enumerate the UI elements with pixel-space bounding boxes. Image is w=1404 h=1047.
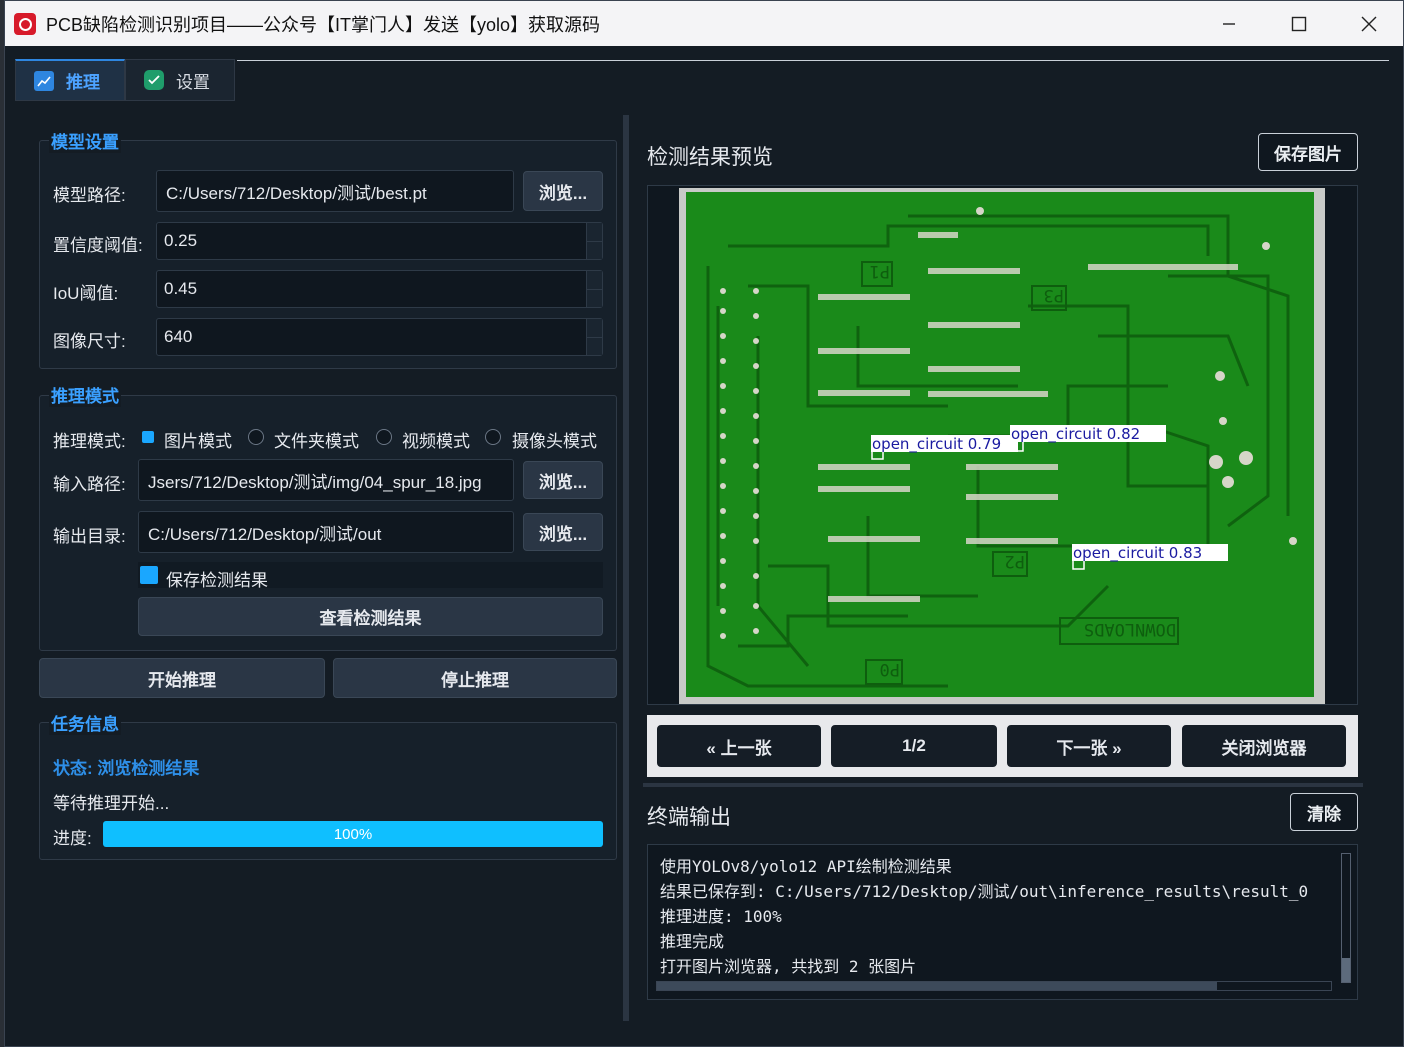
close-icon <box>1361 16 1377 32</box>
title-bar: PCB缺陷检测识别项目——公众号【IT掌门人】发送【yolo】获取源码 <box>5 1 1403 46</box>
close-browser-button[interactable]: 关闭浏览器 <box>1182 725 1346 767</box>
radio-video-mode[interactable] <box>376 429 392 445</box>
image-mode-label[interactable]: 图片模式 <box>164 427 232 452</box>
confidence-label: 置信度阈值: <box>53 231 143 256</box>
input-path-input[interactable]: Jsers/712/Desktop/测试/img/04_spur_18.jpg <box>138 459 514 501</box>
terminal-title: 终端输出 <box>647 801 731 831</box>
task-info-title: 任务信息 <box>49 710 121 735</box>
detection-1-label: open_circuit 0.79 <box>872 435 1001 454</box>
image-size-label: 图像尺寸: <box>53 327 126 352</box>
output-dir-label: 输出目录: <box>53 522 126 547</box>
board-mark-downloads: DOWNLOADS <box>1084 619 1176 639</box>
progress-label: 进度: <box>53 824 92 849</box>
maximize-icon <box>1291 16 1307 32</box>
detection-2-label: open_circuit 0.82 <box>1011 425 1140 444</box>
board-mark-p0: P0 <box>880 659 900 679</box>
terminal-hscroll-thumb[interactable] <box>657 982 1217 990</box>
stop-inference-button[interactable]: 停止推理 <box>333 658 617 698</box>
image-size-spinbox[interactable]: 640 <box>156 318 603 356</box>
terminal-vscroll-thumb[interactable] <box>1342 958 1350 982</box>
iou-spinbox[interactable]: 0.45 <box>156 270 603 308</box>
view-results-button[interactable]: 查看检测结果 <box>138 597 603 636</box>
output-dir-input[interactable]: C:/Users/712/Desktop/测试/out <box>138 511 514 553</box>
input-browse-button[interactable]: 浏览... <box>523 461 603 499</box>
maximize-button[interactable] <box>1264 1 1334 46</box>
camera-mode-label[interactable]: 摄像头模式 <box>512 427 597 452</box>
progress-bar: 100% <box>103 821 603 847</box>
checkmark-icon <box>144 70 164 90</box>
chart-icon <box>34 71 54 91</box>
window-title: PCB缺陷检测识别项目——公众号【IT掌门人】发送【yolo】获取源码 <box>46 11 600 37</box>
panel-splitter[interactable] <box>623 115 629 1021</box>
confidence-stepper[interactable] <box>586 223 602 259</box>
mode-label: 推理模式: <box>53 427 126 452</box>
app-icon <box>14 13 36 35</box>
tab-inference[interactable]: 推理 <box>15 59 125 101</box>
image-size-value: 640 <box>164 327 192 347</box>
confidence-spinbox[interactable]: 0.25 <box>156 222 603 260</box>
save-results-label[interactable]: 保存检测结果 <box>166 566 268 591</box>
preview-title: 检测结果预览 <box>647 141 773 171</box>
iou-stepper[interactable] <box>586 271 602 307</box>
radio-camera-mode[interactable] <box>485 429 501 445</box>
tab-settings-label: 设置 <box>176 68 210 93</box>
vertical-splitter[interactable] <box>643 783 1363 787</box>
progress-text: 100% <box>334 826 372 843</box>
iou-label: IoU阈值: <box>53 279 118 304</box>
save-results-checkbox[interactable] <box>140 566 158 584</box>
prev-image-button[interactable]: « 上一张 <box>657 725 821 767</box>
page-indicator: 1/2 <box>831 725 997 767</box>
terminal-line: 使用YOLOv8/yolo12 API绘制检测结果 <box>660 853 1340 877</box>
save-image-button[interactable]: 保存图片 <box>1258 133 1358 171</box>
status-text: 状态: 浏览检测结果 <box>53 754 199 779</box>
preview-panel: P1 P3 P2 P0 DOWNLOADS open_circuit 0.79 … <box>647 185 1358 705</box>
video-mode-label[interactable]: 视频模式 <box>402 427 470 452</box>
output-browse-button[interactable]: 浏览... <box>523 513 603 551</box>
terminal-hscrollbar[interactable] <box>656 981 1332 991</box>
terminal-output[interactable]: 使用YOLOv8/yolo12 API绘制检测结果 结果已保存到: C:/Use… <box>647 844 1358 1000</box>
tab-divider <box>237 60 1389 61</box>
terminal-line: 结果已保存到: C:/Users/712/Desktop/测试/out\infe… <box>660 878 1340 902</box>
radio-image-mode[interactable] <box>142 431 154 443</box>
next-image-button[interactable]: 下一张 » <box>1007 725 1171 767</box>
image-size-stepper[interactable] <box>586 319 602 355</box>
board-mark-p1: P1 <box>870 261 890 281</box>
confidence-value: 0.25 <box>164 231 197 251</box>
board-mark-p3: P3 <box>1044 285 1064 305</box>
task-message: 等待推理开始... <box>53 789 169 814</box>
iou-value: 0.45 <box>164 279 197 299</box>
close-window-button[interactable] <box>1334 1 1404 46</box>
board-mark-p2: P2 <box>1005 551 1025 571</box>
tab-settings[interactable]: 设置 <box>125 59 235 101</box>
model-settings-title: 模型设置 <box>49 128 121 153</box>
input-path-label: 输入路径: <box>53 470 126 495</box>
start-inference-button[interactable]: 开始推理 <box>39 658 325 698</box>
minimize-icon <box>1222 17 1236 31</box>
terminal-vscrollbar[interactable] <box>1341 853 1351 983</box>
terminal-line: 打开图片浏览器, 共找到 2 张图片 <box>660 953 916 977</box>
pcb-image: P1 P3 P2 P0 DOWNLOADS open_circuit 0.79 … <box>648 186 1359 706</box>
model-browse-button[interactable]: 浏览... <box>523 171 603 211</box>
tab-inference-label: 推理 <box>66 68 100 93</box>
inference-mode-title: 推理模式 <box>49 382 121 407</box>
minimize-button[interactable] <box>1194 1 1264 46</box>
radio-folder-mode[interactable] <box>248 429 264 445</box>
tab-bar: 推理 设置 <box>15 59 235 101</box>
detection-3-label: open_circuit 0.83 <box>1073 544 1202 563</box>
folder-mode-label[interactable]: 文件夹模式 <box>274 427 359 452</box>
model-path-input[interactable]: C:/Users/712/Desktop/测试/best.pt <box>156 170 514 212</box>
terminal-line: 推理完成 <box>660 928 724 952</box>
terminal-line: 推理进度: 100% <box>660 903 782 927</box>
model-path-label: 模型路径: <box>53 181 126 206</box>
clear-terminal-button[interactable]: 清除 <box>1290 793 1358 831</box>
app-window: PCB缺陷检测识别项目——公众号【IT掌门人】发送【yolo】获取源码 推理 设… <box>4 0 1404 1047</box>
